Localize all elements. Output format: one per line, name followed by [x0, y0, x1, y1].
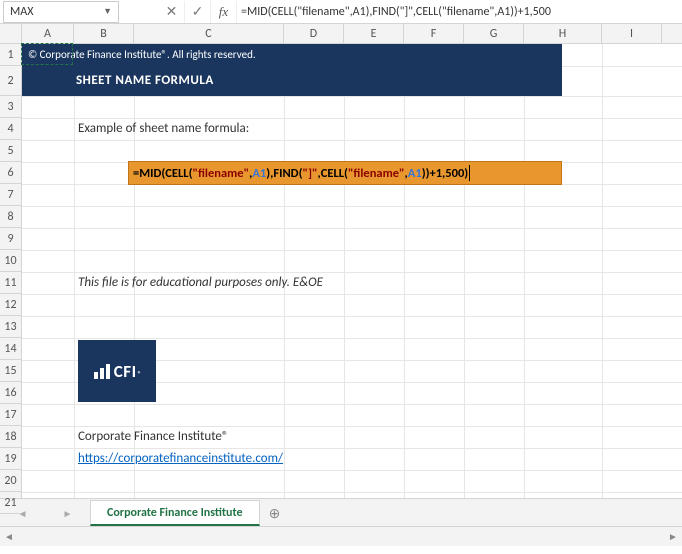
accept-formula-icon[interactable]: ✓: [185, 1, 211, 23]
row-header[interactable]: 6: [0, 162, 21, 184]
reference-marquee-a1: [21, 43, 73, 65]
col-header-a[interactable]: A: [22, 24, 74, 43]
row-header[interactable]: 9: [0, 228, 21, 250]
add-sheet-button[interactable]: ⊕: [260, 500, 290, 526]
cancel-formula-icon[interactable]: ✕: [159, 1, 185, 23]
name-box[interactable]: MAX ▼: [3, 1, 119, 23]
row-headers: 1 2 3 4 5 6 7 8 9 10 11 12 13 14 15 16 1…: [0, 44, 22, 498]
col-header-i[interactable]: I: [602, 24, 662, 43]
col-header-d[interactable]: D: [284, 24, 344, 43]
copyright-text: © Corporate Finance Institute®. All righ…: [22, 44, 562, 66]
row-header[interactable]: 12: [0, 294, 21, 316]
example-label: Example of sheet name formula:: [78, 118, 249, 140]
formula-input[interactable]: =MID(CELL("filename",A1),FIND("]",CELL("…: [237, 5, 682, 19]
column-headers: A B C D E F G H I: [0, 24, 682, 44]
select-all-corner[interactable]: [0, 24, 22, 43]
row-header[interactable]: 7: [0, 184, 21, 206]
row-header[interactable]: 14: [0, 338, 21, 360]
title-banner: © Corporate Finance Institute®. All righ…: [22, 44, 562, 96]
row-header[interactable]: 19: [0, 448, 21, 470]
cfi-logo: CFI®: [78, 340, 156, 402]
row-header[interactable]: 8: [0, 206, 21, 228]
col-header-f[interactable]: F: [404, 24, 464, 43]
disclaimer-text: This file is for educational purposes on…: [78, 272, 323, 294]
row-header[interactable]: 17: [0, 404, 21, 426]
row-header[interactable]: 18: [0, 426, 21, 448]
col-header-e[interactable]: E: [344, 24, 404, 43]
col-header-b[interactable]: B: [74, 24, 134, 43]
text-cursor: [469, 165, 470, 181]
fx-icon[interactable]: fx: [211, 1, 237, 23]
tab-nav-next-icon[interactable]: ►: [63, 507, 73, 520]
col-header-h[interactable]: H: [524, 24, 602, 43]
row-header[interactable]: 11: [0, 272, 21, 294]
row-header[interactable]: 16: [0, 382, 21, 404]
name-box-dropdown-icon[interactable]: ▼: [103, 6, 112, 17]
row-header[interactable]: 3: [0, 96, 21, 118]
col-header-g[interactable]: G: [464, 24, 524, 43]
scroll-left-icon[interactable]: ◄: [0, 527, 18, 545]
row-header[interactable]: 5: [0, 140, 21, 162]
formula-bar: MAX ▼ ✕ ✓ fx =MID(CELL("filename",A1),FI…: [0, 0, 682, 24]
row-header[interactable]: 20: [0, 470, 21, 492]
row-header[interactable]: 13: [0, 316, 21, 338]
sheet-tab-strip: ◄ ► Corporate Finance Institute ⊕: [0, 498, 682, 526]
cells-area[interactable]: © Corporate Finance Institute®. All righ…: [22, 44, 682, 498]
row-header[interactable]: 4: [0, 118, 21, 140]
sheet-tab-active[interactable]: Corporate Finance Institute: [90, 500, 260, 526]
row-header[interactable]: 2: [0, 66, 21, 96]
row-header[interactable]: 21: [0, 492, 21, 514]
logo-bars-icon: [94, 364, 110, 379]
col-header-c[interactable]: C: [134, 24, 284, 43]
row-header[interactable]: 15: [0, 360, 21, 382]
horizontal-scrollbar[interactable]: ◄ ►: [0, 526, 682, 546]
scroll-right-icon[interactable]: ►: [664, 527, 682, 545]
grid-body: 1 2 3 4 5 6 7 8 9 10 11 12 13 14 15 16 1…: [0, 44, 682, 498]
row-header[interactable]: 10: [0, 250, 21, 272]
row-header[interactable]: 1: [0, 44, 21, 66]
editing-cell[interactable]: =MID(CELL("filename",A1),FIND("]",CELL("…: [128, 161, 562, 185]
name-box-value: MAX: [10, 5, 33, 19]
company-url-link[interactable]: https://corporatefinanceinstitute.com/: [78, 448, 283, 470]
sheet-title: SHEET NAME FORMULA: [22, 66, 562, 96]
company-name: Corporate Finance Institute®: [78, 426, 229, 448]
